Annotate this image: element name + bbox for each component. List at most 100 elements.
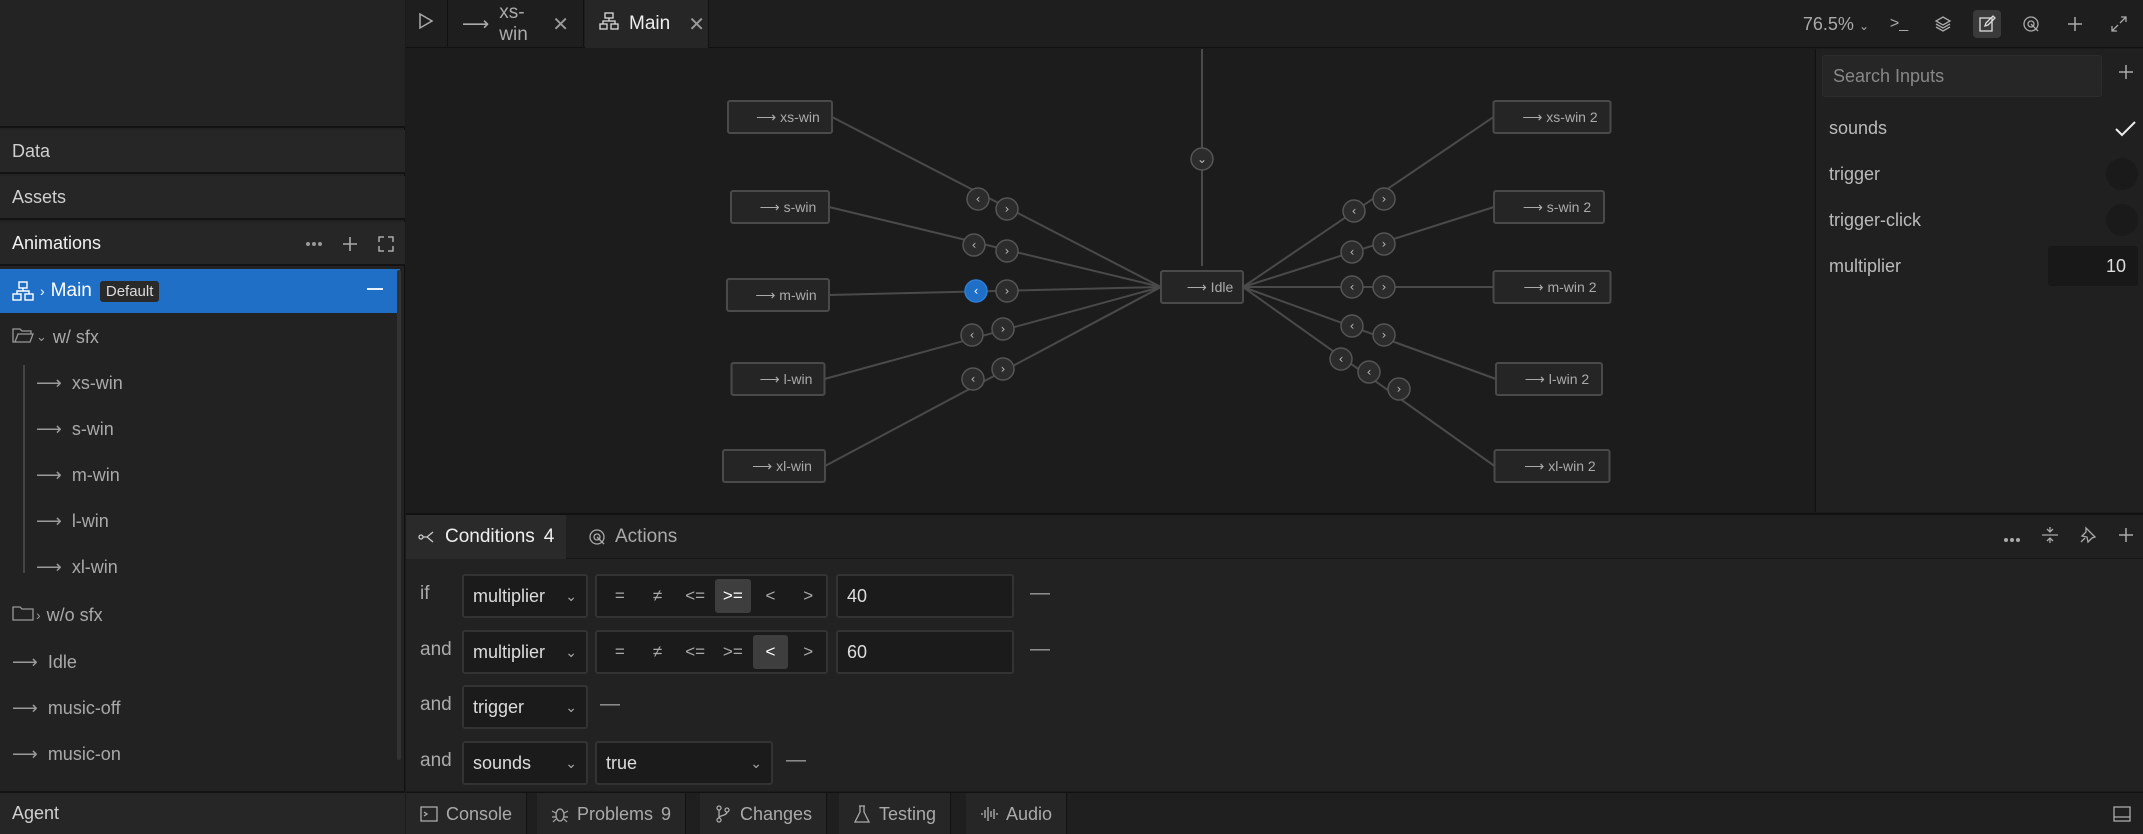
value-field[interactable]: 40 (836, 574, 1014, 618)
split-icon[interactable] (2041, 526, 2059, 549)
tree-item-l-win[interactable]: ⟶ l-win (0, 499, 400, 543)
input-select[interactable]: multiplier ⌄ (462, 630, 588, 674)
add-icon[interactable] (341, 235, 359, 253)
input-select[interactable]: trigger ⌄ (462, 685, 588, 729)
transition-arrow-icon[interactable]: › (1372, 323, 1396, 347)
op-greater-equal[interactable]: >= (715, 579, 751, 613)
close-icon[interactable]: ✕ (688, 12, 705, 37)
value-field[interactable]: 60 (836, 630, 1014, 674)
transition-arrow-icon[interactable]: › (991, 357, 1015, 381)
op-less-equal[interactable]: <= (677, 635, 713, 669)
expand-icon[interactable] (377, 235, 395, 253)
transition-arrow-icon[interactable]: ‹ (1340, 314, 1364, 338)
transition-arrow-icon[interactable]: ‹ (1342, 199, 1366, 223)
state-node-m-win[interactable]: ⟶ m-win (726, 278, 830, 312)
input-select[interactable]: sounds ⌄ (462, 741, 588, 785)
panel-toggle-icon[interactable] (2113, 805, 2131, 828)
tree-item-main[interactable]: › Main Default (0, 269, 400, 313)
more-icon[interactable] (2003, 527, 2021, 548)
transition-arrow-icon[interactable]: ‹ (1340, 240, 1364, 264)
tree-item-music-off[interactable]: ⟶ music-off (0, 686, 400, 730)
pin-icon[interactable] (2079, 525, 2097, 549)
state-node-xs-win-2[interactable]: ⟶ xs-win 2 (1492, 100, 1612, 134)
transition-arrow-icon[interactable]: › (995, 197, 1019, 221)
boolean-select[interactable]: true ⌄ (595, 741, 773, 785)
transition-arrow-icon[interactable]: › (1372, 275, 1396, 299)
tab-conditions[interactable]: Conditions 4 (406, 515, 567, 559)
fullscreen-button[interactable] (2105, 10, 2133, 38)
listen-button[interactable] (2017, 10, 2045, 38)
graph-svg[interactable]: ⟶ xs-win ⟶ s-win ⟶ m-win ⟶ l-win ⟶ xl-win ⟶ x… (406, 49, 1814, 512)
op-less[interactable]: < (753, 579, 789, 613)
tab-changes[interactable]: Changes (700, 793, 828, 834)
animations-section[interactable]: Animations (0, 222, 405, 266)
tab-testing[interactable]: Testing (839, 793, 952, 834)
add-icon[interactable] (2117, 526, 2135, 549)
op-equal[interactable]: = (602, 579, 638, 613)
input-row-multiplier[interactable]: multiplier 10 (1816, 243, 2143, 289)
chevron-right-icon[interactable]: › (36, 607, 41, 623)
close-icon[interactable]: ✕ (552, 12, 569, 37)
state-node-xl-win-2[interactable]: ⟶ xl-win 2 (1493, 449, 1611, 483)
trigger-button[interactable] (2106, 158, 2138, 190)
transition-arrow-icon[interactable]: ‹ (1340, 275, 1364, 299)
tree-folder-sfx[interactable]: ⌄ w/ sfx (0, 315, 400, 359)
tab-problems[interactable]: Problems 9 (537, 793, 687, 834)
layers-button[interactable] (1929, 10, 1957, 38)
tab-main[interactable]: Main ✕ (585, 0, 709, 48)
tree-item-xs-win[interactable]: ⟶ xs-win (0, 361, 400, 405)
remove-condition-icon[interactable]: — (600, 693, 620, 716)
input-select[interactable]: multiplier ⌄ (462, 574, 588, 618)
state-node-idle[interactable]: ⟶ Idle (1160, 270, 1244, 304)
tree-scrollbar[interactable] (397, 270, 401, 760)
state-node-l-win-2[interactable]: ⟶ l-win 2 (1495, 362, 1603, 396)
terminal-button[interactable]: >_ (1885, 10, 1913, 38)
tree-item-idle[interactable]: ⟶ Idle (0, 640, 400, 684)
op-not-equal[interactable]: ≠ (640, 635, 676, 669)
op-less-equal[interactable]: <= (677, 579, 713, 613)
input-row-trigger-click[interactable]: trigger-click (1816, 197, 2143, 243)
op-equal[interactable]: = (602, 635, 638, 669)
op-less[interactable]: < (752, 635, 789, 669)
transition-arrow-icon[interactable]: › (991, 317, 1015, 341)
chevron-right-icon[interactable]: › (40, 283, 45, 299)
transition-arrow-icon[interactable]: › (995, 279, 1019, 303)
op-greater[interactable]: > (790, 579, 826, 613)
edit-button[interactable] (1973, 10, 2001, 38)
data-section[interactable]: Data (0, 130, 405, 174)
op-not-equal[interactable]: ≠ (640, 579, 676, 613)
remove-condition-icon[interactable]: — (786, 749, 806, 772)
transition-arrow-icon[interactable]: › (1387, 377, 1411, 401)
op-greater-equal[interactable]: >= (715, 635, 751, 669)
op-greater[interactable]: > (790, 635, 826, 669)
transition-arrow-icon[interactable]: › (1372, 232, 1396, 256)
transition-arrow-icon[interactable]: › (1372, 187, 1396, 211)
collapse-icon[interactable] (366, 279, 384, 304)
search-inputs-field[interactable] (1822, 55, 2102, 97)
tree-item-music-on[interactable]: ⟶ music-on (0, 732, 400, 776)
play-button[interactable] (406, 0, 448, 48)
add-button[interactable] (2061, 10, 2089, 38)
transition-arrow-icon[interactable]: ‹ (962, 233, 986, 257)
state-node-m-win-2[interactable]: ⟶ m-win 2 (1492, 270, 1612, 304)
more-icon[interactable] (305, 241, 323, 247)
input-row-sounds[interactable]: sounds (1816, 105, 2143, 151)
tree-folder-nosfx[interactable]: › w/o sfx (0, 593, 400, 637)
transition-arrow-icon[interactable]: ‹ (961, 367, 985, 391)
agent-section[interactable]: Agent (0, 791, 405, 834)
tree-item-s-win[interactable]: ⟶ s-win (0, 407, 400, 451)
tab-xs-win[interactable]: ⟶ xs-win ✕ (448, 0, 584, 48)
transition-arrow-icon[interactable]: › (995, 239, 1019, 263)
input-row-trigger[interactable]: trigger (1816, 151, 2143, 197)
remove-condition-icon[interactable]: — (1030, 582, 1050, 605)
chevron-down-icon[interactable]: ⌄ (36, 329, 47, 345)
state-machine-graph[interactable]: ⟶ xs-win ⟶ s-win ⟶ m-win ⟶ l-win ⟶ xl-win ⟶ x… (406, 49, 1814, 512)
transition-arrow-icon[interactable]: ‹ (964, 279, 988, 303)
tab-console[interactable]: Console (406, 793, 528, 834)
transition-arrow-icon[interactable]: ‹ (966, 187, 990, 211)
zoom-dropdown[interactable]: 76.5% ⌄ (1803, 14, 1869, 35)
transition-arrow-icon[interactable]: ‹ (1357, 360, 1381, 384)
tree-item-m-win[interactable]: ⟶ m-win (0, 453, 400, 497)
add-input-icon[interactable] (2117, 63, 2135, 86)
tab-audio[interactable]: Audio (966, 793, 1068, 834)
